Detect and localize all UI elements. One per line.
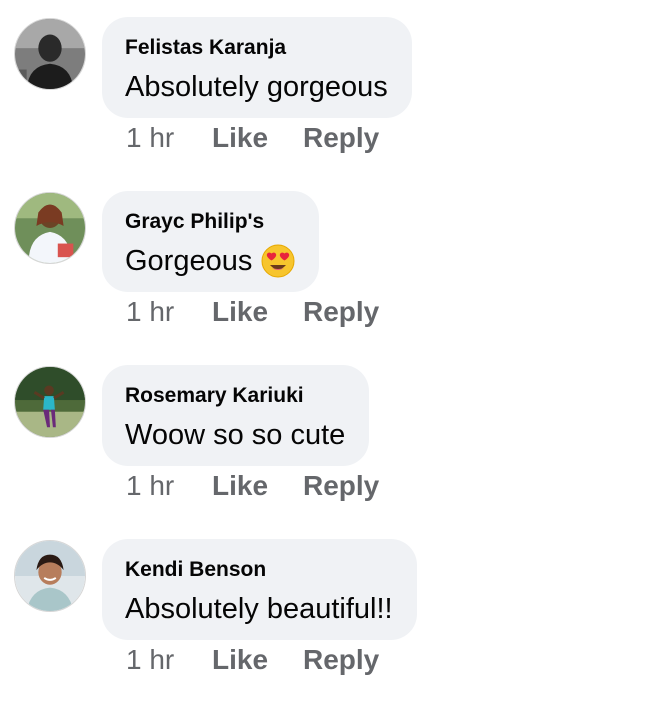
- reply-button[interactable]: Reply: [303, 644, 379, 676]
- comment-actions: 1 hr Like Reply: [126, 118, 379, 158]
- comment-text-body: Absolutely beautiful!!: [125, 593, 393, 625]
- reply-button[interactable]: Reply: [303, 122, 379, 154]
- comment-author[interactable]: Felistas Karanja: [125, 35, 388, 61]
- profile-photo-icon: [15, 367, 85, 437]
- avatar[interactable]: [14, 192, 86, 264]
- comment-item: Rosemary Kariuki Woow so so cute 1 hr Li…: [0, 348, 651, 522]
- comment-timestamp[interactable]: 1 hr: [126, 644, 212, 676]
- avatar[interactable]: [14, 540, 86, 612]
- profile-photo-icon: [15, 193, 85, 263]
- like-button[interactable]: Like: [212, 470, 303, 502]
- like-button[interactable]: Like: [212, 122, 303, 154]
- comment-author[interactable]: Kendi Benson: [125, 557, 393, 583]
- comment-timestamp[interactable]: 1 hr: [126, 296, 212, 328]
- comment-timestamp[interactable]: 1 hr: [126, 122, 212, 154]
- avatar[interactable]: [14, 18, 86, 90]
- comment-text: Absolutely gorgeous: [125, 70, 388, 104]
- comment-bubble: Felistas Karanja Absolutely gorgeous: [102, 17, 412, 118]
- profile-photo-icon: [15, 541, 85, 611]
- comment-item: Grayc Philip's Gorgeous 1 hr Like Reply: [0, 174, 651, 348]
- comment-bubble: Grayc Philip's Gorgeous: [102, 191, 320, 292]
- comment-text: Absolutely beautiful!!: [125, 592, 393, 626]
- comment-bubble: Kendi Benson Absolutely beautiful!!: [102, 539, 417, 640]
- reply-button[interactable]: Reply: [303, 296, 379, 328]
- comment-item: Kendi Benson Absolutely beautiful!! 1 hr…: [0, 522, 651, 696]
- comment-actions: 1 hr Like Reply: [126, 640, 379, 680]
- comment-text-body: Absolutely gorgeous: [125, 71, 388, 103]
- comment-text-body: Gorgeous: [125, 245, 253, 277]
- profile-photo-icon: [15, 19, 85, 89]
- comment-author[interactable]: Grayc Philip's: [125, 209, 295, 235]
- comment-actions: 1 hr Like Reply: [126, 292, 379, 332]
- comment-author[interactable]: Rosemary Kariuki: [125, 383, 345, 409]
- comment-text-body: Woow so so cute: [125, 419, 346, 451]
- like-button[interactable]: Like: [212, 296, 303, 328]
- reply-button[interactable]: Reply: [303, 470, 379, 502]
- comment-text: Gorgeous: [125, 244, 295, 278]
- heart-eyes-emoji-icon: [261, 244, 295, 278]
- comment-bubble: Rosemary Kariuki Woow so so cute: [102, 365, 370, 466]
- like-button[interactable]: Like: [212, 644, 303, 676]
- comment-item: Felistas Karanja Absolutely gorgeous 1 h…: [0, 0, 651, 174]
- avatar[interactable]: [14, 366, 86, 438]
- comment-actions: 1 hr Like Reply: [126, 466, 379, 506]
- comment-timestamp[interactable]: 1 hr: [126, 470, 212, 502]
- comment-text: Woow so so cute: [125, 418, 345, 452]
